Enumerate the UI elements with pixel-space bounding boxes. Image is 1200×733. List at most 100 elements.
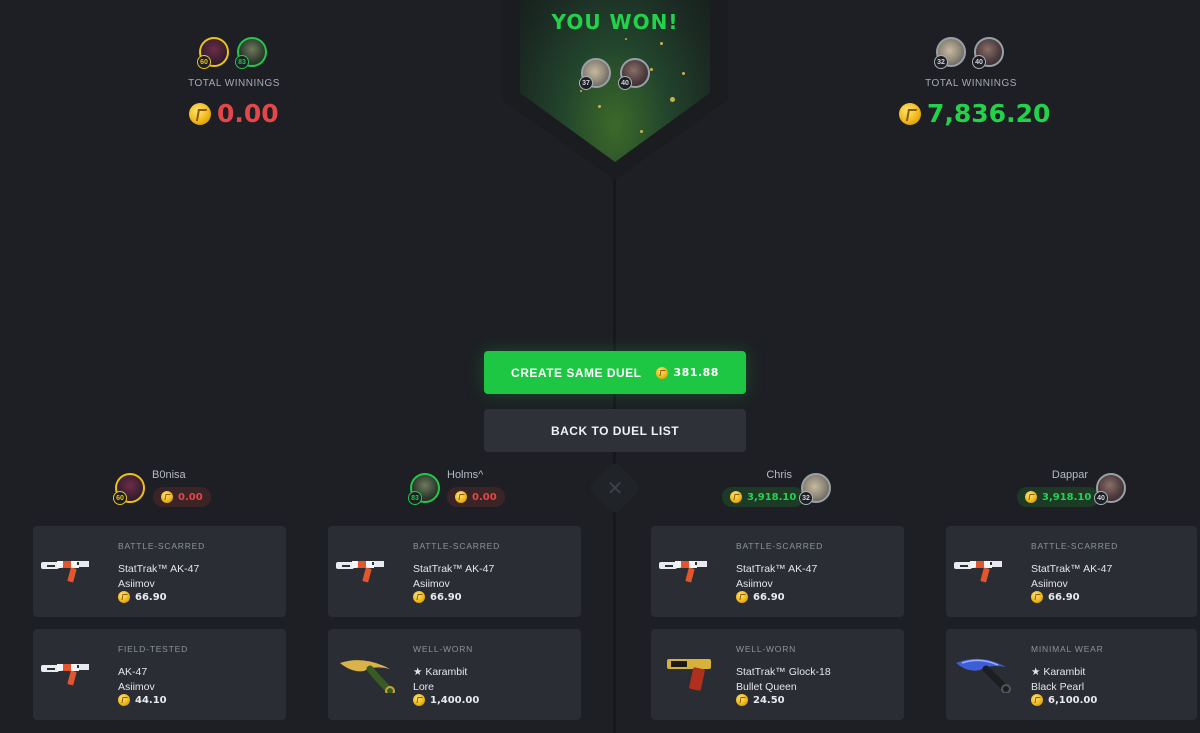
versus-icon: ✕ [606,476,624,500]
item-card[interactable]: WELL-WORN StatTrak™ Glock-18 Bullet Quee… [651,629,904,720]
total-winnings-left: 0.00 [189,99,279,128]
player-avatar[interactable]: 40 [1094,473,1126,505]
item-card[interactable]: BATTLE-SCARRED StatTrak™ AK-47 Asiimov 6… [946,526,1197,617]
item-condition: MINIMAL WEAR [1031,644,1104,654]
item-price: 1,400.00 [413,694,479,706]
item-price: 6,100.00 [1031,694,1097,706]
total-winnings-right: 7,836.20 [899,99,1050,128]
item-name: ★ Karambit [1031,666,1086,678]
level-badge: 60 [197,55,211,69]
item-name: StatTrak™ AK-47 [413,563,495,575]
item-price-value: 66.90 [430,591,462,603]
coin-icon [1031,694,1043,706]
item-price-value: 44.10 [135,694,167,706]
winner-avatar-2[interactable]: 40 [618,58,650,90]
item-card[interactable]: MINIMAL WEAR ★ Karambit Black Pearl 6,10… [946,629,1197,720]
item-skin: Asiimov [736,578,773,590]
winner-avatar-1[interactable]: 37 [579,58,611,90]
item-card[interactable]: BATTLE-SCARRED StatTrak™ AK-47 Asiimov 6… [33,526,286,617]
create-same-duel-button[interactable]: CREATE SAME DUEL 381.88 [484,351,746,394]
coin-icon [899,102,921,125]
player-winnings-badge: 0.00 [153,487,211,507]
item-price-value: 66.90 [753,591,785,603]
item-price: 66.90 [736,591,785,603]
item-skin: Bullet Queen [736,681,797,693]
player-name: Chris [766,469,792,481]
coin-icon [413,591,425,603]
coin-icon [118,591,130,603]
player-name: Dappar [1051,469,1088,481]
karambit-icon [334,651,402,693]
level-badge: 37 [579,76,593,90]
team-left-avatar-2[interactable]: 83 [235,37,267,69]
level-badge: 60 [113,491,127,505]
item-condition: BATTLE-SCARRED [118,541,206,551]
coin-icon [118,694,130,706]
item-price-value: 66.90 [135,591,167,603]
level-badge: 40 [618,76,632,90]
level-badge: 83 [408,491,422,505]
player-avatar[interactable]: 32 [799,473,831,505]
item-name: StatTrak™ AK-47 [118,563,200,575]
total-winnings-label: TOTAL WINNINGS [925,78,1017,89]
item-condition: BATTLE-SCARRED [736,541,824,551]
item-skin: Asiimov [1031,578,1068,590]
result-title: YOU WON! [551,10,679,34]
player-name: Holms^ [447,469,484,481]
item-price: 44.10 [118,694,167,706]
coin-icon [161,491,173,503]
ak47-icon [659,561,719,583]
player-avatar[interactable]: 60 [113,473,145,505]
create-duel-label: CREATE SAME DUEL [511,365,642,380]
item-card[interactable]: FIELD-TESTED AK-47 Asiimov 44.10 [33,629,286,720]
item-price-value: 6,100.00 [1048,694,1098,706]
item-skin: Black Pearl [1031,681,1085,693]
coin-icon [1031,591,1043,603]
level-badge: 32 [799,491,813,505]
item-price-value: 1,400.00 [430,694,480,706]
coin-icon [736,694,748,706]
player-winnings-value: 0.00 [472,491,497,503]
player-winnings-value: 3,918.10 [747,491,797,503]
item-name: StatTrak™ AK-47 [1031,563,1113,575]
player-avatar[interactable]: 83 [408,473,440,505]
coin-icon [655,366,668,379]
karambit-icon [952,651,1020,693]
item-name: AK-47 [118,666,148,678]
glock-icon [667,659,711,692]
item-condition: BATTLE-SCARRED [1031,541,1119,551]
item-price: 66.90 [1031,591,1080,603]
team-right-avatar-2[interactable]: 40 [972,37,1004,69]
coin-icon [189,102,211,125]
item-card[interactable]: BATTLE-SCARRED StatTrak™ AK-47 Asiimov 6… [328,526,581,617]
item-card[interactable]: WELL-WORN ★ Karambit Lore 1,400.00 [328,629,581,720]
item-skin: Asiimov [413,578,450,590]
item-condition: BATTLE-SCARRED [413,541,501,551]
total-winnings-value: 0.00 [217,99,279,128]
item-card[interactable]: BATTLE-SCARRED StatTrak™ AK-47 Asiimov 6… [651,526,904,617]
team-right-avatar-1[interactable]: 32 [934,37,966,69]
item-price-value: 66.90 [1048,591,1080,603]
item-condition: WELL-WORN [736,644,797,654]
coin-icon [736,591,748,603]
team-left-avatar-1[interactable]: 60 [197,37,229,69]
player-name: B0nisa [152,469,186,481]
item-skin: Asiimov [118,578,155,590]
item-skin: Lore [413,681,435,693]
level-badge: 83 [235,55,249,69]
item-name: ★ Karambit [413,666,468,678]
ak47-icon [41,664,101,686]
player-winnings-value: 0.00 [178,491,203,503]
coin-icon [455,491,467,503]
player-winnings-badge: 0.00 [447,487,505,507]
total-winnings-label: TOTAL WINNINGS [188,78,280,89]
create-duel-price-value: 381.88 [673,366,719,379]
ak47-icon [41,561,101,583]
back-to-duel-list-button[interactable]: BACK TO DUEL LIST [484,409,746,452]
player-winnings-badge: 3,918.10 [1017,487,1100,507]
ak47-icon [336,561,396,583]
total-winnings-value: 7,836.20 [927,99,1051,128]
item-price: 66.90 [413,591,462,603]
item-price: 24.50 [736,694,785,706]
item-condition: WELL-WORN [413,644,474,654]
